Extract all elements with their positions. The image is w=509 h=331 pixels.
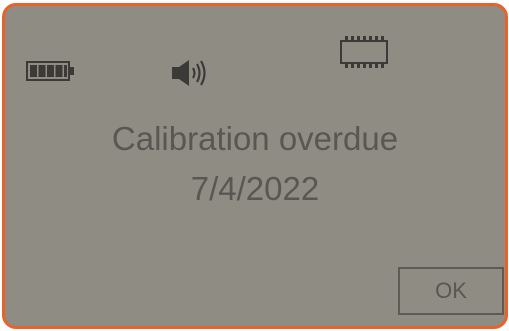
calibration-due-date: 7/4/2022: [190, 170, 320, 207]
ok-button-label: OK: [435, 278, 467, 303]
ok-button[interactable]: OK: [398, 267, 504, 315]
battery-icon: [26, 61, 74, 81]
device-screen: Calibration overdue 7/4/2022 OK: [2, 3, 508, 329]
memory-chip-icon: [340, 36, 388, 68]
speaker-icon: [172, 60, 206, 86]
calibration-message: Calibration overdue: [111, 120, 399, 157]
